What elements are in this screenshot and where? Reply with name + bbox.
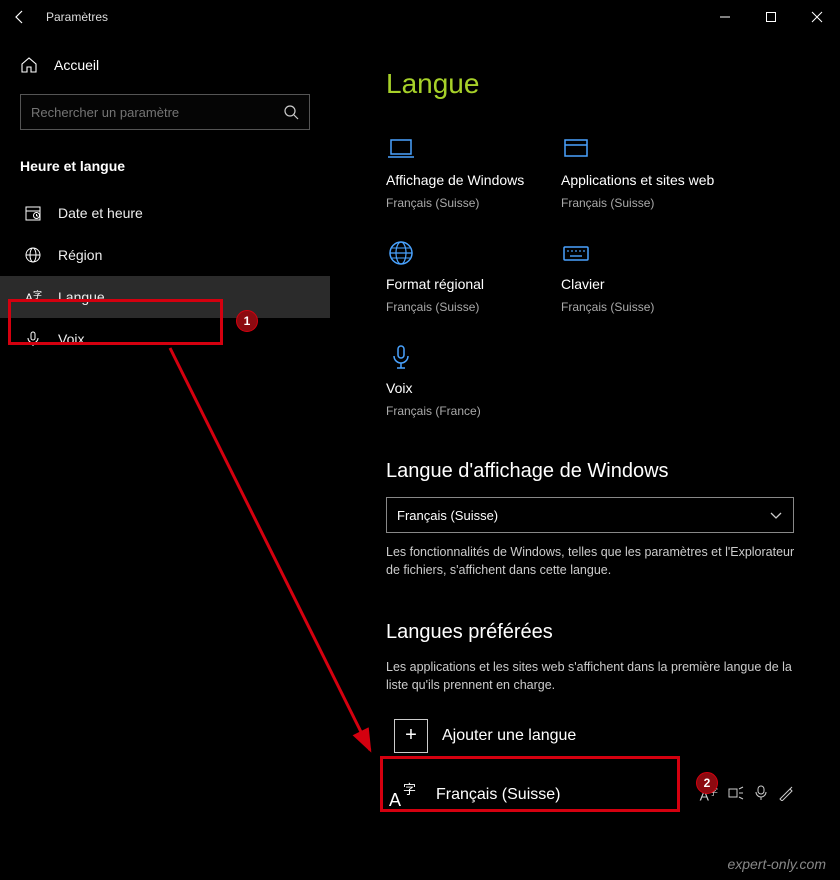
tts-badge-icon [728, 785, 744, 804]
svg-text:字: 字 [403, 782, 416, 797]
sidebar-item-region[interactable]: Région [0, 234, 330, 276]
tile-regional-format[interactable]: Format régional Français (Suisse) [386, 238, 561, 314]
titlebar: Paramètres [0, 0, 840, 34]
language-row[interactable]: A字 Français (Suisse) A字 [386, 777, 794, 813]
sidebar-item-label: Langue [58, 289, 105, 305]
microphone-icon [24, 330, 42, 348]
home-link[interactable]: Accueil [0, 46, 330, 84]
display-lang-title: Langue d'affichage de Windows [386, 460, 800, 483]
speech-badge-icon [754, 785, 768, 804]
add-language-button[interactable]: + Ajouter une langue [386, 711, 676, 761]
tile-label: Applications et sites web [561, 172, 736, 188]
display-lang-badge-icon: A字 [700, 785, 718, 804]
tile-label: Voix [386, 380, 561, 396]
handwriting-badge-icon [778, 785, 794, 804]
sidebar-item-label: Région [58, 247, 102, 263]
language-icon: A字 [24, 288, 42, 306]
microphone-icon [386, 342, 416, 372]
watermark: expert-only.com [727, 856, 826, 872]
sidebar-item-label: Date et heure [58, 205, 143, 221]
window-icon [561, 134, 591, 164]
sidebar-item-voix[interactable]: Voix [0, 318, 330, 360]
home-label: Accueil [54, 57, 99, 73]
tile-sub: Français (Suisse) [561, 300, 736, 314]
close-button[interactable] [794, 0, 840, 34]
preferred-lang-help: Les applications et les sites web s'affi… [386, 658, 800, 694]
chevron-down-icon [769, 508, 783, 522]
tile-apps-websites[interactable]: Applications et sites web Français (Suis… [561, 134, 736, 210]
tile-sub: Français (Suisse) [561, 196, 736, 210]
language-glyph-icon: A字 [386, 777, 422, 813]
category-title: Heure et langue [0, 150, 330, 192]
display-lang-dropdown[interactable]: Français (Suisse) [386, 497, 794, 533]
svg-text:字: 字 [33, 289, 42, 300]
tile-label: Clavier [561, 276, 736, 292]
language-feature-icons: A字 [700, 785, 794, 804]
tile-label: Affichage de Windows [386, 172, 561, 188]
tile-sub: Français (Suisse) [386, 196, 561, 210]
tile-windows-display[interactable]: Affichage de Windows Français (Suisse) [386, 134, 561, 210]
tile-keyboard[interactable]: Clavier Français (Suisse) [561, 238, 736, 314]
preferred-lang-title: Langues préférées [386, 621, 800, 644]
add-language-label: Ajouter une langue [442, 727, 576, 745]
tile-label: Format régional [386, 276, 561, 292]
dropdown-value: Français (Suisse) [397, 508, 498, 523]
maximize-button[interactable] [748, 0, 794, 34]
search-input[interactable] [31, 105, 283, 120]
minimize-button[interactable] [702, 0, 748, 34]
language-name: Français (Suisse) [436, 786, 560, 804]
calendar-icon [24, 204, 42, 222]
main-content: Langue Affichage de Windows Français (Su… [330, 34, 840, 880]
display-lang-help: Les fonctionnalités de Windows, telles q… [386, 543, 800, 579]
globe-grid-icon [386, 238, 416, 268]
search-icon [283, 104, 299, 120]
sidebar-item-label: Voix [58, 331, 84, 347]
window-title: Paramètres [46, 10, 108, 24]
tile-sub: Français (France) [386, 404, 561, 418]
plus-icon: + [394, 719, 428, 753]
tile-voice[interactable]: Voix Français (France) [386, 342, 561, 418]
page-title: Langue [386, 68, 800, 100]
home-icon [20, 56, 38, 74]
search-box[interactable] [20, 94, 310, 130]
laptop-icon [386, 134, 416, 164]
svg-text:A: A [389, 790, 401, 810]
settings-window: Paramètres Accueil Heure et langue Date … [0, 0, 840, 880]
keyboard-icon [561, 238, 591, 268]
sidebar-item-date-heure[interactable]: Date et heure [0, 192, 330, 234]
svg-text:A: A [25, 291, 33, 305]
back-icon[interactable] [12, 9, 28, 25]
tile-sub: Français (Suisse) [386, 300, 561, 314]
sidebar: Accueil Heure et langue Date et heure Ré… [0, 34, 330, 880]
sidebar-item-langue[interactable]: A字 Langue [0, 276, 330, 318]
globe-icon [24, 246, 42, 264]
